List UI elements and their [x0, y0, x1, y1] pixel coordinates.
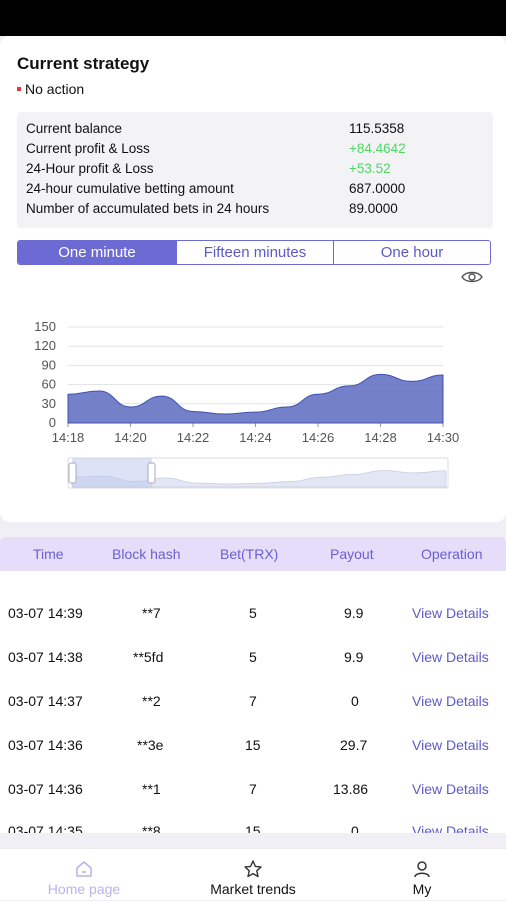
- nav-market-trends[interactable]: Market trends: [169, 849, 337, 901]
- y-tick-label: 30: [42, 396, 56, 411]
- y-tick-label: 90: [42, 357, 56, 372]
- table-row: 03-07 14:39 **7 5 9.9 View Details: [0, 605, 506, 649]
- cell-hash: **3e: [137, 737, 164, 753]
- strategy-status: No action: [17, 81, 84, 97]
- status-text: No action: [25, 81, 85, 97]
- chart-area-series: [67, 373, 444, 424]
- col-payout: Payout: [330, 546, 374, 562]
- stat-label: Current balance: [26, 121, 123, 136]
- cell-payout: 0: [351, 693, 359, 709]
- view-details-link[interactable]: View Details: [412, 649, 489, 665]
- view-details-link[interactable]: View Details: [412, 693, 489, 709]
- status-dot-icon: [17, 87, 21, 91]
- stat-label: 24-Hour profit & Loss: [26, 161, 154, 176]
- view-details-link[interactable]: View Details: [412, 781, 489, 797]
- cell-hash: **1: [142, 781, 161, 797]
- table-row: 03-07 14:37 **2 7 0 View Details: [0, 693, 506, 737]
- stat-value: 89.0000: [349, 201, 398, 216]
- view-details-link[interactable]: View Details: [412, 823, 489, 833]
- cell-time: 03-07 14:35: [8, 823, 83, 833]
- x-tick-label: 14:22: [177, 430, 210, 445]
- bet-history-list[interactable]: 03-07 14:39 **7 5 9.9 View Details 03-07…: [0, 571, 506, 833]
- cell-payout: 29.7: [340, 737, 368, 753]
- nav-home[interactable]: Home page: [0, 849, 168, 901]
- stat-row-betting-amount: 24-hour cumulative betting amount 687.00…: [26, 181, 486, 201]
- page-title: Current strategy: [17, 54, 150, 73]
- stat-label: Number of accumulated bets in 24 hours: [26, 201, 270, 216]
- cell-time: 03-07 14:36: [8, 737, 83, 753]
- user-icon: [414, 861, 430, 878]
- x-tick-label: 14:30: [427, 430, 460, 445]
- cell-time: 03-07 14:39: [8, 605, 83, 621]
- cell-bet: 15: [245, 823, 261, 833]
- stat-row-24h-profit: 24-Hour profit & Loss +53.52: [26, 161, 486, 181]
- stat-row-bet-count: Number of accumulated bets in 24 hours 8…: [26, 201, 486, 221]
- interval-tabs: One minute Fifteen minutes One hour: [17, 240, 491, 265]
- stat-label: Current profit & Loss: [26, 141, 150, 156]
- col-operation: Operation: [421, 546, 483, 562]
- y-tick-label: 60: [42, 377, 56, 392]
- cell-bet: 15: [245, 737, 261, 753]
- profit-chart: 0 30 60 90 120 150 14:18 14:20 14:22 14:24 14:26 1…: [34, 319, 460, 489]
- cell-hash: **2: [142, 693, 161, 709]
- view-details-link[interactable]: View Details: [412, 605, 489, 621]
- stat-label: 24-hour cumulative betting amount: [26, 181, 234, 196]
- x-tick-label: 14:28: [364, 430, 397, 445]
- chart-zoom-slider[interactable]: [67, 457, 449, 489]
- nav-label: Market trends: [210, 881, 296, 897]
- cell-time: 03-07 14:36: [8, 781, 83, 797]
- tab-one-minute[interactable]: One minute: [18, 241, 176, 264]
- stat-row-balance: Current balance 115.5358: [26, 121, 486, 141]
- cell-payout: 9.9: [344, 649, 364, 665]
- star-icon: [244, 860, 262, 878]
- cell-bet: 7: [249, 693, 257, 709]
- cell-time: 03-07 14:37: [8, 693, 83, 709]
- stat-value: 115.5358: [349, 121, 405, 136]
- stats-panel: Current balance 115.5358 Current profit …: [17, 112, 493, 228]
- cell-hash: **5fd: [133, 649, 164, 665]
- table-row: 03-07 14:38 **5fd 5 9.9 View Details: [0, 649, 506, 693]
- cell-time: 03-07 14:38: [8, 649, 83, 665]
- y-tick-label: 150: [34, 319, 56, 334]
- col-time: Time: [33, 546, 64, 562]
- eye-icon[interactable]: [461, 270, 483, 284]
- table-row: 03-07 14:36 **1 7 13.86 View Details: [0, 781, 506, 825]
- cell-hash: **7: [142, 605, 161, 621]
- nav-label: Home page: [47, 881, 121, 897]
- view-details-link[interactable]: View Details: [412, 737, 489, 753]
- status-bar: [0, 0, 506, 36]
- y-tick-label: 120: [34, 338, 56, 353]
- col-block-hash: Block hash: [112, 546, 181, 562]
- cell-hash: **8: [142, 823, 161, 833]
- cell-bet: 5: [249, 605, 257, 621]
- cell-payout: 0: [351, 823, 359, 833]
- table-row: 03-07 14:36 **3e 15 29.7 View Details: [0, 737, 506, 781]
- cell-payout: 9.9: [344, 605, 364, 621]
- nav-my[interactable]: My: [338, 849, 506, 901]
- stat-value: +53.52: [349, 161, 391, 176]
- x-tick-label: 14:24: [239, 430, 272, 445]
- stat-value: 687.0000: [349, 181, 406, 196]
- nav-label: My: [412, 881, 432, 897]
- col-bet: Bet(TRX): [220, 546, 279, 562]
- slider-handle-right[interactable]: [147, 462, 156, 484]
- x-tick-label: 14:20: [114, 430, 147, 445]
- cell-payout: 13.86: [333, 781, 369, 797]
- home-icon: [76, 861, 92, 877]
- x-tick-label: 14:26: [302, 430, 335, 445]
- y-tick-label: 0: [49, 415, 56, 430]
- cell-bet: 5: [249, 649, 257, 665]
- slider-handle-left[interactable]: [68, 462, 77, 484]
- tab-fifteen-minutes[interactable]: Fifteen minutes: [176, 241, 333, 264]
- bottom-nav: Home page Market trends My: [0, 848, 506, 900]
- cell-bet: 7: [249, 781, 257, 797]
- stat-row-profit: Current profit & Loss +84.4642: [26, 141, 486, 161]
- x-tick-label: 14:18: [52, 430, 85, 445]
- table-header: Time Block hash Bet(TRX) Payout Operatio…: [0, 537, 506, 571]
- table-row: 03-07 14:35 **8 15 0 View Details: [0, 823, 506, 833]
- stat-value: +84.4642: [349, 141, 406, 156]
- tab-one-hour[interactable]: One hour: [333, 241, 490, 264]
